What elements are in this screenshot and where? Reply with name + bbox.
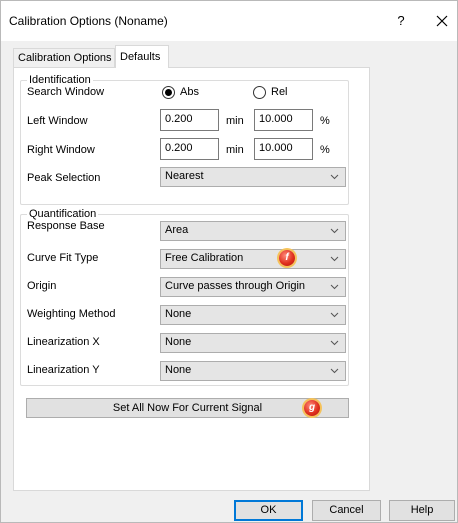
linearization-x-value: None [165,336,192,348]
callout-f-marker: f [279,250,295,266]
curve-fit-type-value: Free Calibration [165,252,244,264]
chevron-down-icon [330,174,339,180]
peak-selection-value: Nearest [165,170,204,182]
identification-group-label: Identification [27,74,93,86]
quantification-group: Quantification Response Base Area Curve … [20,208,349,386]
response-base-dropdown[interactable]: Area [160,221,346,241]
origin-value: Curve passes through Origin [165,280,306,292]
right-window-min-input[interactable]: 0.200 [160,138,219,160]
callout-g-marker: g [304,400,320,416]
chevron-down-icon [330,256,339,262]
right-window-min-unit: min [226,144,244,156]
set-all-now-label: Set All Now For Current Signal [112,402,263,414]
weighting-method-dropdown[interactable]: None [160,305,346,325]
defaults-tab-panel: Identification Search Window Abs Rel Lef… [13,67,370,491]
left-window-pct-unit: % [320,115,330,127]
right-window-label: Right Window [27,144,95,156]
response-base-value: Area [165,224,189,236]
weighting-method-value: None [165,308,192,320]
search-window-abs-radio[interactable] [162,86,175,99]
origin-dropdown[interactable]: Curve passes through Origin [160,277,346,297]
search-window-label: Search Window [27,86,105,98]
peak-selection-dropdown[interactable]: Nearest [160,167,346,187]
tab-defaults[interactable]: Defaults [115,45,169,68]
peak-selection-label: Peak Selection [27,172,101,184]
linearization-x-label: Linearization X [27,336,100,348]
chevron-down-icon [330,312,339,318]
close-button[interactable] [431,9,453,33]
weighting-method-label: Weighting Method [27,308,116,320]
right-window-pct-input[interactable]: 10.000 [254,138,313,160]
left-window-min-input[interactable]: 0.200 [160,109,219,131]
tab-calibration-options[interactable]: Calibration Options [13,48,115,67]
chevron-down-icon [330,340,339,346]
linearization-y-value: None [165,364,192,376]
search-window-rel-radio[interactable] [253,86,266,99]
left-window-min-unit: min [226,115,244,127]
response-base-label: Response Base [27,220,105,232]
chevron-down-icon [330,284,339,290]
right-window-pct-unit: % [320,144,330,156]
help-button[interactable]: Help [389,500,455,521]
close-icon [436,15,448,27]
title-bar: Calibration Options (Noname) ? [1,1,457,41]
identification-group: Identification Search Window Abs Rel Lef… [20,74,349,205]
linearization-y-dropdown[interactable]: None [160,361,346,381]
search-window-rel-label: Rel [271,86,288,98]
curve-fit-type-label: Curve Fit Type [27,252,99,264]
quantification-group-label: Quantification [27,208,99,220]
curve-fit-type-dropdown[interactable]: Free Calibration [160,249,346,269]
origin-label: Origin [27,280,57,292]
linearization-y-label: Linearization Y [27,364,100,376]
calibration-options-dialog: Calibration Options (Noname) ? Calibrati… [0,0,458,523]
linearization-x-dropdown[interactable]: None [160,333,346,353]
set-all-now-button[interactable]: Set All Now For Current Signal [26,398,349,418]
chevron-down-icon [330,368,339,374]
search-window-abs-label: Abs [180,86,199,98]
left-window-pct-input[interactable]: 10.000 [254,109,313,131]
cancel-button[interactable]: Cancel [312,500,381,521]
window-title: Calibration Options (Noname) [9,14,168,28]
left-window-label: Left Window [27,115,88,127]
help-title-button[interactable]: ? [393,11,409,31]
chevron-down-icon [330,228,339,234]
ok-button[interactable]: OK [234,500,303,521]
